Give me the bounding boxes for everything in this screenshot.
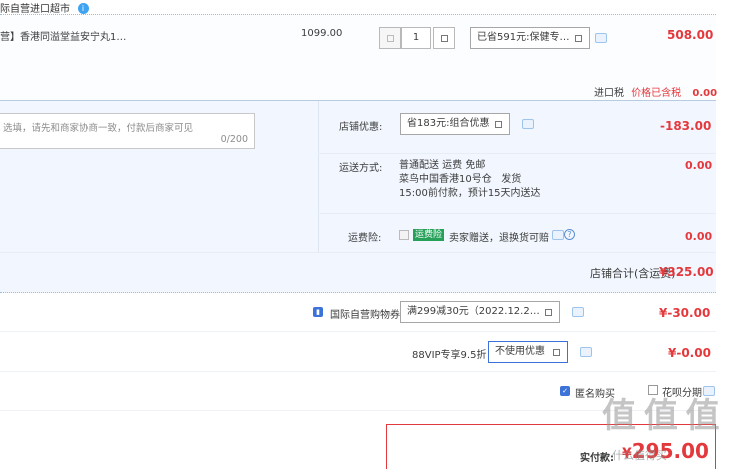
panel-divider [318,213,716,214]
pay-label: 实付款: [580,453,614,464]
shipping-label: 运送方式: [339,163,383,174]
watermark-text: 什么值得买 [612,449,667,462]
chevron-down-icon [553,349,560,356]
item-title[interactable]: 营】香港同溢堂益安宁丸1… [0,28,126,43]
quantity-decrease-button[interactable] [379,27,401,49]
shipping-info: 普通配送 运费 免邮 菜鸟中国香港10号仓 发货 15:00前付款，预计15天内… [399,159,541,201]
chat-icon[interactable] [522,119,534,129]
vip-row [0,332,716,372]
tax-value: 0.00 [692,88,718,99]
coupon-label: 国际自营购物券 [330,310,400,321]
shipping-origin: 菜鸟中国香港10号仓 发货 [399,174,522,185]
minus-icon [387,35,394,42]
quantity-input[interactable]: 1 [401,27,431,49]
watermark-logo: 值 值 值 [602,396,720,436]
shipping-value: 0.00 [685,159,713,172]
shop-discount-select[interactable]: 省183元:组合优惠 [400,113,510,135]
chat-icon[interactable] [552,230,564,240]
seller-message-input[interactable]: 选填，请先和商家协商一致，付款后商家可见 0/200 [0,113,255,149]
item-subtotal: 508.00 [667,28,714,42]
shop-header: 际自营进口超市 i [0,0,89,15]
chevron-down-icon [495,121,502,128]
shop-discount-label: 店铺优惠: [339,122,383,133]
shop-discount-select-value: 省183元:组合优惠 [407,118,490,129]
panel-divider [318,153,716,154]
item-promo-select-value: 已省591元:保健专… [477,32,570,43]
tax-row: 进口税 价格已含税 0.00 [594,84,717,99]
chevron-down-icon [575,35,582,42]
vip-select-value: 不使用优惠 [495,346,545,357]
coupon-select-value: 满299减30元（2022.12.2… [407,306,540,317]
chat-icon[interactable] [580,347,592,357]
coupon-icon: ▮ [313,307,323,317]
insurance-label: 运费险: [348,233,382,244]
tax-note: 价格已含税 [631,88,682,99]
insurance-checkbox[interactable] [399,230,409,240]
coupon-select[interactable]: 满299减30元（2022.12.2… [400,301,560,323]
shop-info-icon[interactable]: i [77,3,89,14]
chat-icon[interactable] [595,33,607,43]
seller-message-placeholder: 选填，请先和商家协商一致，付款后商家可见 [3,123,194,134]
help-icon[interactable]: ? [564,229,575,240]
insurance-text: 卖家赠送，退换货可赔 [449,233,549,244]
vip-value: ¥-0.00 [668,346,711,360]
insurance-value: 0.00 [685,230,713,243]
insurance-badge: 运费险 [413,229,445,241]
shipping-eta: 15:00前付款，预计15天内送达 [399,188,541,199]
panel-divider [318,101,319,252]
chat-icon[interactable] [572,307,584,317]
item-unit-price: 1099.00 [301,28,343,39]
anonymous-checkbox[interactable]: ✓ [560,386,570,396]
seller-message-counter: 0/200 [220,134,248,145]
quantity-increase-button[interactable] [433,27,455,49]
vip-select[interactable]: 不使用优惠 [488,341,568,363]
shop-discount-value: -183.00 [660,119,712,133]
coupon-value: ¥-30.00 [659,306,711,320]
vip-label: 88VIP专享9.5折 [412,350,487,361]
chevron-down-icon [545,309,552,316]
shop-total-value: ¥325.00 [659,265,714,279]
panel-divider [0,252,716,253]
plus-icon [441,35,448,42]
shipping-method: 普通配送 运费 免邮 [399,160,486,171]
tax-label: 进口税 [594,88,624,99]
item-promo-select[interactable]: 已省591元:保健专… [470,27,590,49]
